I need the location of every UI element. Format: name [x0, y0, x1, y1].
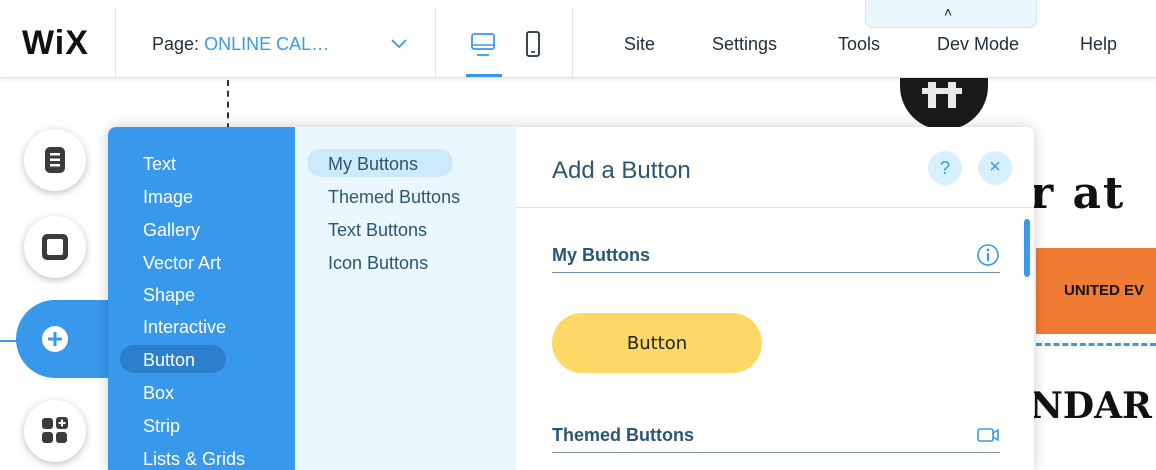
- page-selector[interactable]: Page: ONLINE CAL…: [152, 34, 329, 55]
- category-button[interactable]: Button: [143, 349, 195, 371]
- add-panel-subcategories: My Buttons Themed Buttons Text Buttons I…: [295, 127, 516, 470]
- divider: [435, 8, 436, 78]
- close-button[interactable]: ×: [978, 151, 1012, 185]
- category-interactive[interactable]: Interactive: [143, 316, 226, 338]
- section-label: My Buttons: [552, 245, 650, 265]
- category-box[interactable]: Box: [143, 382, 174, 404]
- mobile-icon[interactable]: [522, 30, 544, 60]
- add-icon: [42, 326, 68, 352]
- chevron-down-icon[interactable]: [390, 36, 408, 50]
- desktop-active-indicator: [466, 74, 502, 77]
- panel-header-divider: [516, 207, 1034, 208]
- category-strip[interactable]: Strip: [143, 415, 180, 437]
- help-button[interactable]: ?: [928, 151, 962, 185]
- page-selector-value: ONLINE CAL…: [204, 34, 330, 54]
- add-panel-content: Add a Button ? × My Buttons Button Theme…: [516, 127, 1034, 470]
- category-text[interactable]: Text: [143, 153, 176, 175]
- background-icon: [42, 234, 68, 260]
- menu-dev-mode[interactable]: Dev Mode: [937, 34, 1019, 55]
- subcategory-text-buttons[interactable]: Text Buttons: [328, 219, 427, 241]
- menu-settings[interactable]: Settings: [712, 34, 777, 55]
- menu-help[interactable]: Help: [1080, 34, 1117, 55]
- site-banner-text: UNITED EV: [1064, 282, 1145, 299]
- pages-icon: [45, 147, 65, 173]
- wix-logo[interactable]: WiX: [22, 26, 89, 60]
- site-heading-fragment: r at: [1030, 168, 1126, 219]
- category-gallery[interactable]: Gallery: [143, 219, 200, 241]
- pages-button[interactable]: [24, 129, 86, 191]
- collapse-topbar-tab[interactable]: ˄: [865, 0, 1037, 28]
- desktop-icon[interactable]: [468, 30, 498, 60]
- chevron-up-icon: ˄: [944, 4, 953, 20]
- menu-site[interactable]: Site: [624, 34, 655, 55]
- panel-title: Add a Button: [552, 157, 691, 184]
- add-panel: Text Image Gallery Vector Art Shape Inte…: [108, 127, 1034, 470]
- sample-button[interactable]: Button: [552, 313, 762, 373]
- section-label: Themed Buttons: [552, 425, 694, 445]
- divider: [115, 8, 116, 78]
- site-banner: UNITED EV: [1036, 248, 1156, 334]
- category-vector-art[interactable]: Vector Art: [143, 252, 221, 274]
- menu-tools[interactable]: Tools: [838, 34, 880, 55]
- category-lists-grids[interactable]: Lists & Grids: [143, 448, 245, 470]
- app-market-button[interactable]: [24, 400, 86, 462]
- section-themed-buttons: Themed Buttons: [552, 417, 1000, 453]
- section-my-buttons: My Buttons: [552, 237, 1000, 273]
- section-divider-guide: [1036, 343, 1156, 346]
- category-image[interactable]: Image: [143, 186, 193, 208]
- site-heading-fragment-2: NDAR: [1030, 385, 1152, 427]
- background-button[interactable]: [24, 216, 86, 278]
- add-panel-categories: Text Image Gallery Vector Art Shape Inte…: [108, 127, 295, 470]
- app-market-icon: [42, 417, 68, 443]
- add-button[interactable]: [24, 308, 86, 370]
- subcategory-themed-buttons[interactable]: Themed Buttons: [328, 186, 460, 208]
- subcategory-icon-buttons[interactable]: Icon Buttons: [328, 252, 428, 274]
- video-icon[interactable]: [976, 423, 1000, 447]
- info-icon[interactable]: [976, 243, 1000, 267]
- page-selector-label: Page:: [152, 34, 200, 54]
- subcategory-my-buttons[interactable]: My Buttons: [328, 153, 418, 175]
- divider: [572, 8, 573, 78]
- panel-scrollbar[interactable]: [1024, 219, 1030, 277]
- category-shape[interactable]: Shape: [143, 284, 195, 306]
